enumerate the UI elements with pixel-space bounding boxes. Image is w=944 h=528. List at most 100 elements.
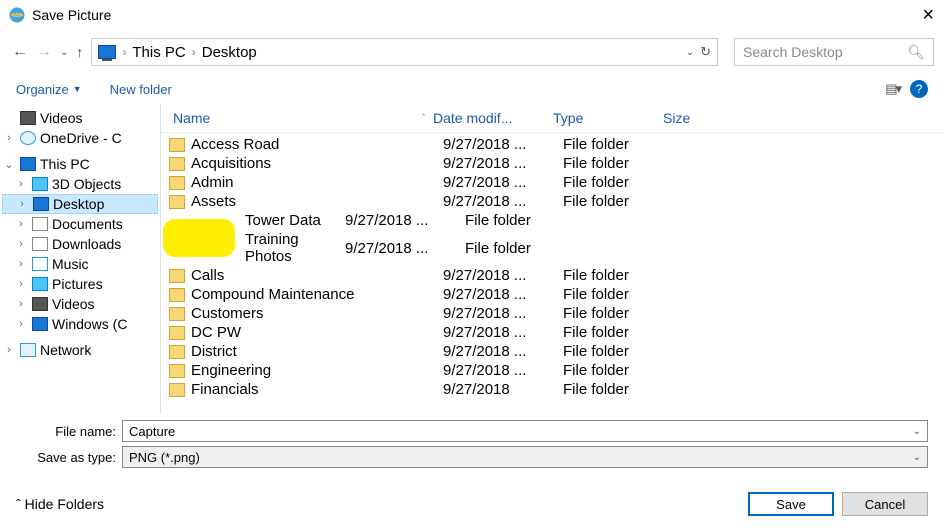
file-date: 9/27/2018 ... [443, 193, 563, 210]
nav-bar: ← → ⌄ ↑ › This PC › Desktop ⌄ ↻ Search D… [0, 30, 944, 74]
hide-folders-button[interactable]: ˆ Hide Folders [16, 496, 104, 512]
navigation-pane: Videos ›OneDrive - C ⌄This PC ›3D Object… [0, 104, 160, 414]
file-date: 9/27/2018 ... [443, 136, 563, 153]
cancel-button[interactable]: Cancel [842, 492, 928, 516]
file-type: File folder [563, 155, 673, 172]
chevron-right-icon[interactable]: › [122, 45, 126, 59]
chevron-down-icon[interactable]: ⌄ [913, 452, 921, 463]
desktop-icon [33, 197, 49, 211]
file-row[interactable]: Acquisitions9/27/2018 ...File folder [169, 154, 936, 173]
address-bar[interactable]: › This PC › Desktop ⌄ ↻ [91, 38, 718, 66]
file-date: 9/27/2018 ... [443, 343, 563, 360]
tree-item-3dobjects[interactable]: ›3D Objects [2, 174, 158, 194]
file-row[interactable]: District9/27/2018 ...File folder [169, 342, 936, 361]
tree-item-videos[interactable]: Videos [2, 108, 158, 128]
folder-icon [169, 195, 185, 209]
file-row[interactable]: Assets9/27/2018 ...File folder [169, 192, 936, 211]
folder-icon [169, 364, 185, 378]
file-type: File folder [563, 174, 673, 191]
file-row[interactable]: Access Road9/27/2018 ...File folder [169, 135, 936, 154]
file-name: Acquisitions [191, 155, 443, 172]
file-list: Nameˆ Date modif... Type Size Access Roa… [160, 104, 944, 414]
onedrive-icon [20, 131, 36, 145]
filename-input[interactable]: Capture ⌄ [122, 420, 928, 442]
footer: ˆ Hide Folders Save Cancel [0, 478, 944, 520]
folder-icon [169, 345, 185, 359]
3d-icon [32, 177, 48, 191]
file-type: File folder [563, 343, 673, 360]
file-type: File folder [563, 305, 673, 322]
documents-icon [32, 217, 48, 231]
file-row[interactable]: Engineering9/27/2018 ...File folder [169, 361, 936, 380]
tree-item-network[interactable]: ›Network [2, 340, 158, 360]
column-date[interactable]: Date modif... [429, 108, 549, 128]
close-icon[interactable]: × [922, 4, 934, 27]
folder-icon [169, 383, 185, 397]
title-bar: Save Picture × [0, 0, 944, 30]
pc-icon [98, 45, 116, 59]
breadcrumb[interactable]: Desktop [202, 44, 257, 61]
folder-icon [169, 269, 185, 283]
chevron-down-icon[interactable]: ⌄ [686, 47, 694, 58]
tree-item-onedrive[interactable]: ›OneDrive - C [2, 128, 158, 148]
file-date: 9/27/2018 ... [345, 212, 465, 229]
column-type[interactable]: Type [549, 108, 659, 128]
file-row[interactable]: Training Photos9/27/2018 ...File folder [169, 230, 936, 266]
file-row[interactable]: Admin9/27/2018 ...File folder [169, 173, 936, 192]
file-name: Access Road [191, 136, 443, 153]
search-icon: 🔍︎ [907, 44, 925, 61]
save-button[interactable]: Save [748, 492, 834, 516]
file-name: Calls [191, 267, 443, 284]
ie-icon [8, 6, 26, 24]
file-type: File folder [465, 240, 575, 257]
file-name: DC PW [191, 324, 443, 341]
history-dropdown[interactable]: ⌄ [60, 47, 68, 58]
refresh-icon[interactable]: ↻ [700, 44, 711, 60]
folder-icon [169, 176, 185, 190]
file-row[interactable]: Tower Data9/27/2018 ...File folder [169, 211, 936, 230]
search-input[interactable]: Search Desktop 🔍︎ [734, 38, 934, 66]
folder-icon [169, 326, 185, 340]
tree-item-pictures[interactable]: ›Pictures [2, 274, 158, 294]
file-date: 9/27/2018 ... [443, 362, 563, 379]
view-options-button[interactable]: ▤▾ [885, 81, 900, 97]
videos-icon [32, 297, 48, 311]
column-size[interactable]: Size [659, 108, 739, 128]
forward-button[interactable]: → [34, 43, 54, 61]
network-icon [20, 343, 36, 357]
tree-item-desktop[interactable]: ›Desktop [2, 194, 158, 214]
up-button[interactable]: ↑ [76, 44, 83, 60]
organize-menu[interactable]: Organize ▼ [16, 82, 82, 97]
breadcrumb[interactable]: This PC [132, 44, 185, 61]
chevron-down-icon[interactable]: ⌄ [913, 426, 921, 437]
tree-item-thispc[interactable]: ⌄This PC [2, 154, 158, 174]
file-name: Assets [191, 193, 443, 210]
savetype-combo[interactable]: PNG (*.png) ⌄ [122, 446, 928, 468]
tree-item-videos2[interactable]: ›Videos [2, 294, 158, 314]
chevron-right-icon[interactable]: › [192, 45, 196, 59]
window-title: Save Picture [32, 7, 111, 23]
file-row[interactable]: Compound Maintenance9/27/2018 ...File fo… [169, 285, 936, 304]
folder-icon [169, 307, 185, 321]
chevron-down-icon: ▼ [73, 84, 82, 94]
tree-item-windows[interactable]: ›Windows (C [2, 314, 158, 334]
tree-item-downloads[interactable]: ›Downloads [2, 234, 158, 254]
file-type: File folder [563, 362, 673, 379]
file-row[interactable]: DC PW9/27/2018 ...File folder [169, 323, 936, 342]
new-folder-button[interactable]: New folder [110, 82, 172, 97]
videos-icon [20, 111, 36, 125]
tree-item-music[interactable]: ›Music [2, 254, 158, 274]
help-icon[interactable]: ? [910, 80, 928, 98]
tree-item-documents[interactable]: ›Documents [2, 214, 158, 234]
save-fields: File name: Capture ⌄ Save as type: PNG (… [0, 414, 944, 478]
file-row[interactable]: Calls9/27/2018 ...File folder [169, 266, 936, 285]
back-button[interactable]: ← [10, 43, 30, 61]
disk-icon [32, 317, 48, 331]
file-type: File folder [563, 324, 673, 341]
sort-caret-icon: ˆ [422, 113, 425, 123]
file-row[interactable]: Customers9/27/2018 ...File folder [169, 304, 936, 323]
file-row[interactable]: Financials9/27/2018File folder [169, 380, 936, 399]
file-type: File folder [563, 286, 673, 303]
column-name[interactable]: Nameˆ [169, 108, 429, 128]
file-date: 9/27/2018 ... [443, 267, 563, 284]
